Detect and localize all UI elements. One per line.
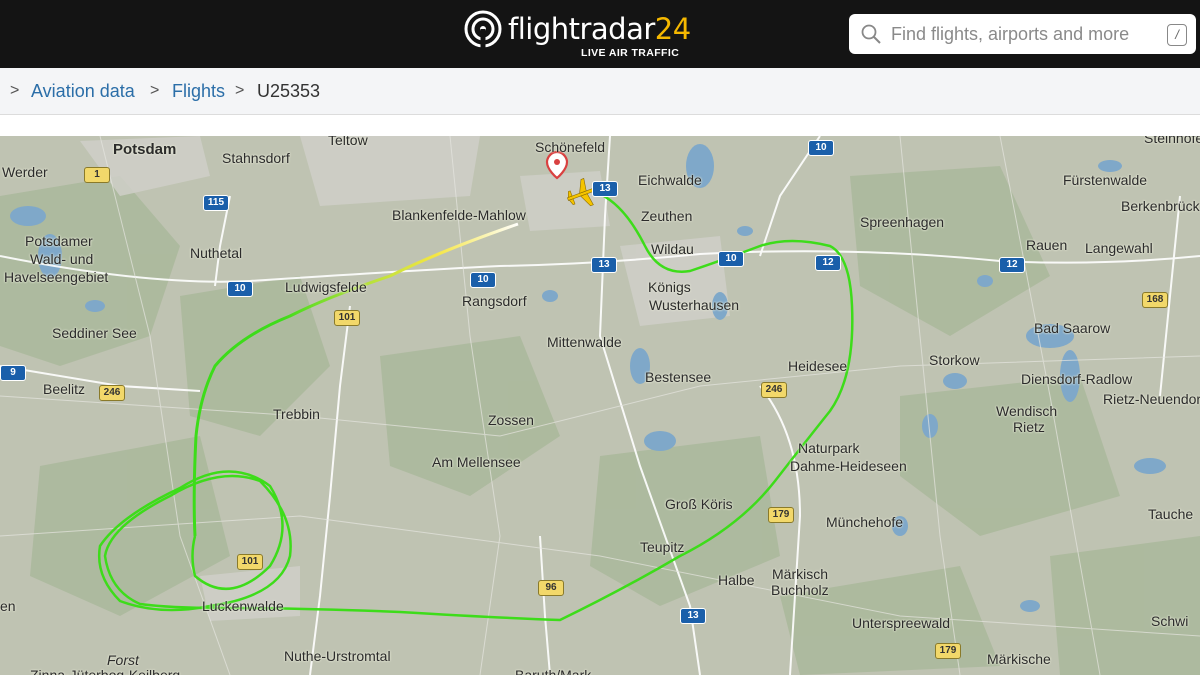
place-label: Nuthe-Urstromtal: [284, 648, 391, 664]
place-label: Märkisch: [772, 566, 829, 582]
place-label: Spreenhagen: [860, 214, 945, 230]
place-label: Rietz: [1013, 419, 1045, 435]
road-shield: 101: [334, 310, 360, 326]
search-input[interactable]: Find flights, airports and more: [891, 24, 1129, 45]
place-label: Eichwalde: [638, 172, 702, 188]
place-label: en: [0, 598, 16, 614]
road-shield: 246: [761, 382, 787, 398]
place-label: Steinhöfel: [1144, 136, 1200, 146]
place-label: Ludwigsfelde: [285, 279, 367, 295]
place-label: Zinna-Jüterbog-Keilberg: [30, 667, 181, 675]
place-label: Stahnsdorf: [222, 150, 290, 166]
breadcrumb-separator: >: [235, 82, 245, 99]
place-label: Teltow: [328, 136, 368, 148]
breadcrumb-separator: >: [150, 82, 160, 99]
breadcrumb: > Aviation data > Flights > U25353: [0, 68, 1200, 115]
place-label: Schwi: [1151, 613, 1189, 629]
place-label: Langewahl: [1085, 240, 1153, 256]
place-label: Wald- und: [30, 251, 94, 267]
place-label: Baruth/Mark: [515, 667, 592, 675]
place-label: Diensdorf-Radlow: [1021, 371, 1133, 387]
road-shield: 168: [1142, 292, 1168, 308]
place-label: Unterspreewald: [852, 615, 951, 631]
place-label: Werder: [2, 164, 48, 180]
flight-map[interactable]: Potsdam Werder Stahnsdorf Teltow Schönef…: [0, 136, 1200, 675]
place-label: Rauen: [1026, 237, 1068, 253]
place-label: Münchehofe: [826, 514, 904, 530]
top-bar: flightradar24 LIVE AIR TRAFFIC Find flig…: [0, 0, 1200, 68]
radar-logo-icon: [464, 10, 502, 48]
road-shield: 1: [84, 167, 110, 183]
place-label: Am Mellensee: [432, 454, 521, 470]
place-label: Fürstenwalde: [1063, 172, 1148, 188]
road-shield: 96: [538, 580, 564, 596]
logo-text: flightradar: [508, 12, 655, 46]
road-shield: 179: [935, 643, 961, 659]
logo-number: 24: [654, 12, 691, 46]
road-shield: 10: [718, 251, 744, 267]
place-label: Wendisch: [996, 403, 1058, 419]
place-label: Blankenfelde-Mahlow: [392, 207, 526, 223]
place-label: Forst: [107, 652, 139, 668]
place-label: Zeuthen: [641, 208, 693, 224]
road-shield: 246: [99, 385, 125, 401]
road-shield: 101: [237, 554, 263, 570]
place-label: Naturpark: [798, 440, 860, 456]
place-label: Rietz-Neuendorf: [1103, 391, 1200, 407]
road-shield: 179: [768, 507, 794, 523]
place-label: Luckenwalde: [202, 598, 284, 614]
place-label: Heidesee: [788, 358, 848, 374]
road-shield: 115: [203, 195, 229, 211]
place-label: Nuthetal: [190, 245, 243, 261]
road-shield: 9: [0, 365, 26, 381]
place-label: Buchholz: [771, 582, 829, 598]
place-label: Wusterhausen: [649, 297, 740, 313]
road-shield: 10: [227, 281, 253, 297]
place-label: Wildau: [651, 241, 694, 257]
place-label: Storkow: [929, 352, 980, 368]
place-label: Beelitz: [43, 381, 86, 397]
road-shield: 13: [591, 257, 617, 273]
place-label: Tauche: [1148, 506, 1194, 522]
place-label: Bestensee: [645, 369, 712, 385]
place-label: Potsdam: [113, 141, 177, 158]
place-label: Mittenwalde: [547, 334, 622, 350]
search-box[interactable]: Find flights, airports and more /: [849, 14, 1196, 54]
logo-subtitle: LIVE AIR TRAFFIC: [581, 47, 680, 59]
road-shield: 10: [808, 140, 834, 156]
search-shortcut-key: /: [1167, 24, 1187, 46]
road-shield: 12: [815, 255, 841, 271]
road-shield: 13: [680, 608, 706, 624]
place-label: Märkische: [987, 651, 1051, 667]
place-label: Zossen: [488, 412, 534, 428]
road-shield: 10: [470, 272, 496, 288]
place-label: Königs: [648, 279, 691, 295]
place-label: Halbe: [718, 572, 755, 588]
place-label: Havelseengebiet: [4, 269, 109, 285]
place-label: Rangsdorf: [462, 293, 527, 309]
road-shield: 13: [592, 181, 618, 197]
place-label: Schönefeld: [535, 139, 606, 155]
place-label: Bad Saarow: [1034, 320, 1111, 336]
place-label: Potsdamer: [25, 233, 93, 249]
logo-wordmark: flightradar24: [508, 12, 691, 46]
breadcrumb-aviation-data[interactable]: Aviation data: [31, 81, 135, 102]
place-label: Teupitz: [640, 539, 685, 555]
place-label: Dahme-Heideseen: [790, 458, 907, 474]
breadcrumb-flight-number: U25353: [257, 81, 321, 101]
breadcrumb-separator: >: [10, 82, 20, 99]
search-icon: [861, 24, 881, 44]
place-label: Groß Köris: [665, 496, 733, 512]
place-label: Seddiner See: [52, 325, 137, 341]
road-shield: 12: [999, 257, 1025, 273]
place-label: Berkenbrück: [1121, 198, 1200, 214]
place-label: Trebbin: [273, 406, 320, 422]
breadcrumb-flights[interactable]: Flights: [172, 81, 225, 102]
